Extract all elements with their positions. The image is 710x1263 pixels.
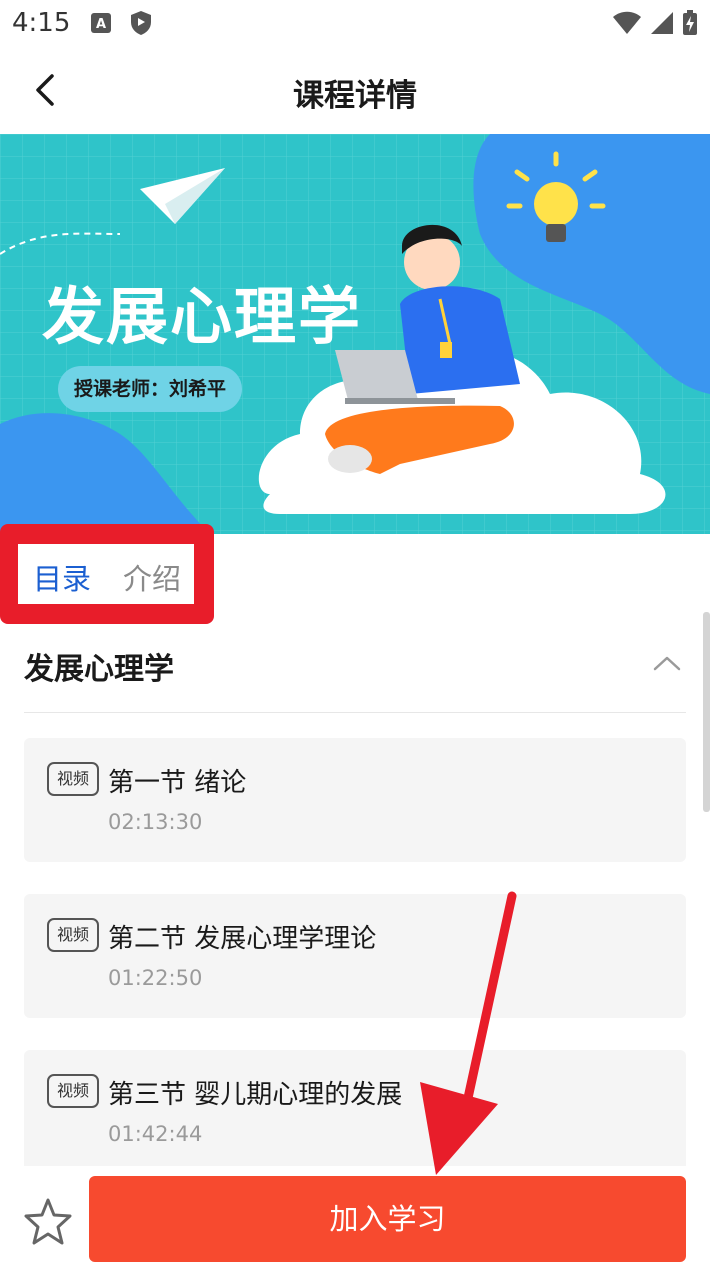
chevron-up-icon (653, 656, 681, 671)
lesson-duration: 01:22:50 (108, 966, 203, 990)
bottom-bar: 加入学习 (0, 1166, 710, 1263)
section-header[interactable]: 发展心理学 (24, 620, 686, 713)
page-title: 课程详情 (293, 78, 417, 114)
svg-text:A: A (96, 17, 106, 32)
tab-catalog[interactable]: 目录 (33, 556, 91, 598)
status-icons-right (612, 10, 698, 40)
nav-bar: 课程详情 (0, 48, 710, 134)
banner-title: 发展心理学 (42, 280, 363, 353)
video-tag: 视频 (47, 1074, 99, 1108)
cell-signal-icon (650, 11, 674, 39)
star-outline-icon (24, 1198, 72, 1245)
battery-charging-icon (682, 10, 698, 40)
lesson-item[interactable]: 视频 第三节 婴儿期心理的发展 01:42:44 (24, 1050, 686, 1174)
status-time: 4:15 (12, 8, 71, 38)
section-title: 发展心理学 (24, 652, 174, 687)
status-bar: 4:15 A (0, 0, 710, 48)
shield-icon (130, 10, 152, 40)
lesson-title: 第一节 绪论 (108, 768, 247, 798)
lesson-duration: 02:13:30 (108, 810, 203, 834)
scrollbar[interactable] (703, 612, 710, 812)
lesson-item[interactable]: 视频 第二节 发展心理学理论 01:22:50 (24, 894, 686, 1018)
wifi-icon (612, 11, 642, 39)
video-tag: 视频 (47, 918, 99, 952)
text-a-icon: A (90, 12, 112, 38)
video-tag: 视频 (47, 762, 99, 796)
favorite-button[interactable] (22, 1196, 74, 1248)
tab-introduction[interactable]: 介绍 (123, 556, 181, 598)
lesson-title: 第二节 发展心理学理论 (108, 924, 377, 954)
lesson-item[interactable]: 视频 第一节 绪论 02:13:30 (24, 738, 686, 862)
collapse-button[interactable] (652, 648, 682, 678)
course-banner: 发展心理学 授课老师：刘希平 (0, 134, 710, 534)
banner-teacher-badge: 授课老师：刘希平 (58, 366, 243, 412)
lesson-title: 第三节 婴儿期心理的发展 (108, 1080, 403, 1110)
status-icons-left: A (90, 10, 152, 40)
lesson-duration: 01:42:44 (108, 1122, 203, 1146)
join-study-button[interactable]: 加入学习 (89, 1176, 686, 1262)
